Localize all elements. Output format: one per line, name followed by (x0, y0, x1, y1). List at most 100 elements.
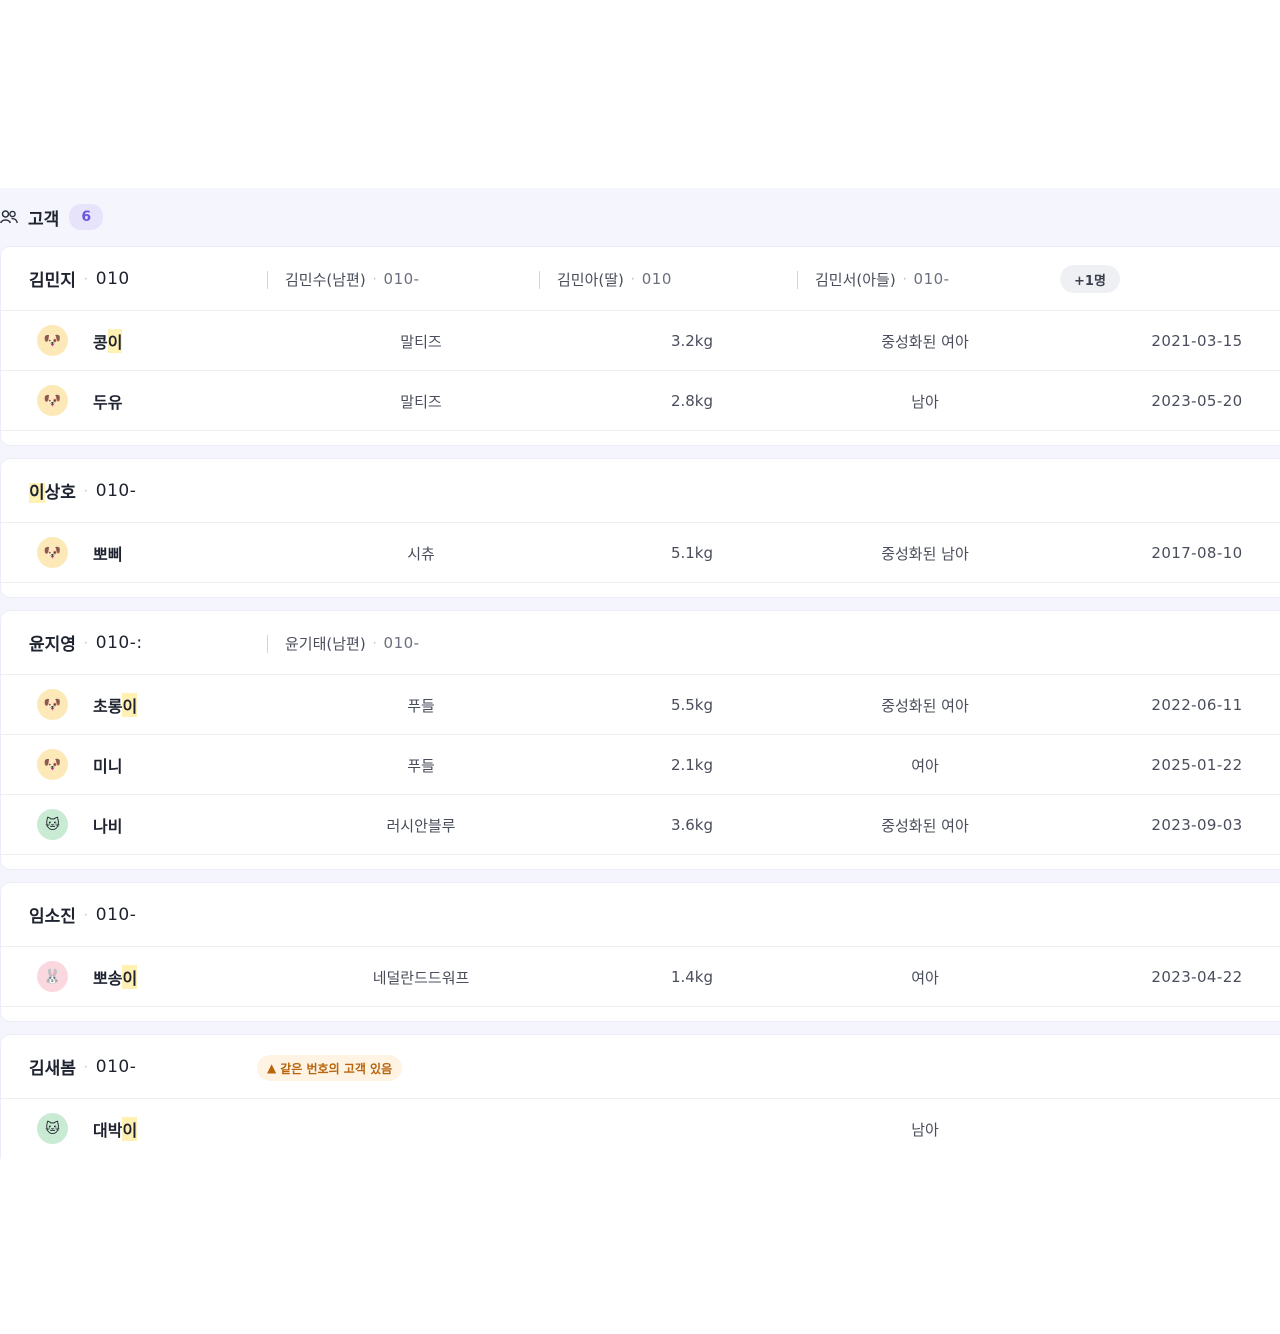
pet-breed: 네덜란드드워프 (372, 968, 470, 987)
owner-phone: 010- (95, 1056, 137, 1077)
pet-sex: 여아 (911, 756, 939, 775)
family-member[interactable]: 윤기태(남편) · 010- (267, 611, 420, 675)
pet-weight: 2.8kg (670, 392, 714, 410)
customer-card[interactable]: 임소진 · 010- 🐰 뽀송 이 네덜란드드워프 1.4kg 여아 2023-0… (0, 882, 1280, 1022)
duplicate-warning-badge: ▲ 같은 번호의 고객 있음 (257, 1055, 403, 1081)
customer-card[interactable]: 김새봄 · 010- ▲ 같은 번호의 고객 있음 🐱 대박 이 남아 (0, 1034, 1280, 1159)
pet-sex: 여아 (911, 968, 939, 987)
pet-sex: 중성화된 여아 (881, 696, 969, 715)
pet-birthdate: 2023-04-22 (1151, 968, 1243, 986)
pet-row[interactable]: 🐶 두유 말티즈 2.8kg 남아 2023-05-20 (1, 371, 1280, 431)
card-padding (1, 583, 1280, 597)
owner-phone: 010- (95, 904, 137, 925)
pet-row[interactable]: 🐶 초롱 이 푸들 5.5kg 중성화된 여아 2022-06-11 (1, 675, 1280, 735)
pet-name: 두유 (93, 393, 123, 412)
cat-icon: 🐱 (37, 809, 68, 840)
pet-row[interactable]: 🐶 콩이 말티즈 3.2kg 중성화된 여아 2021-03-15 (1, 311, 1280, 371)
pet-breed: 푸들 (407, 756, 435, 775)
pet-row[interactable]: 🐱 나비 러시안블루 3.6kg 중성화된 여아 2023-09-03 (1, 795, 1280, 855)
family-phone: 010- (383, 634, 420, 652)
separator-dot: · (372, 272, 377, 286)
customer-card[interactable]: 윤지영 · 010-: 윤기태(남편) · 010- 🐶 초롱 이 푸들 5.5k… (0, 610, 1280, 870)
owner-row[interactable]: 이상호 · 010- (1, 459, 1280, 523)
pet-weight: 5.5kg (670, 696, 714, 714)
pet-breed (321, 1099, 521, 1159)
customer-card[interactable]: 이상호 · 010- 🐶 뽀삐 시츄 5.1kg 중성화된 남아 2017-08… (0, 458, 1280, 598)
customer-panel: 고객 6 김민지 · 010 김민수(남편) · 010- 김민아(딸) · 0… (0, 188, 1280, 1159)
pet-birthdate (1121, 1099, 1273, 1159)
family-name: 김민아(딸) (557, 270, 624, 289)
warning-icon: ▲ (267, 1061, 277, 1075)
owner-name: 김새봄 (29, 1059, 76, 1079)
more-family-badge[interactable]: +1명 (1060, 265, 1120, 293)
pet-weight: 5.1kg (670, 544, 714, 562)
dog-icon: 🐶 (37, 749, 68, 780)
separator-dot: · (83, 907, 88, 922)
pet-row[interactable]: 🐰 뽀송 이 네덜란드드워프 1.4kg 여아 2023-04-22 (1, 947, 1280, 1007)
pet-breed: 시츄 (407, 544, 435, 563)
family-name: 윤기태(남편) (285, 634, 366, 653)
pet-sex: 남아 (911, 392, 939, 411)
separator-dot: · (83, 635, 88, 650)
cat-icon: 🐱 (37, 1113, 68, 1144)
pet-breed: 푸들 (407, 696, 435, 715)
rabbit-icon: 🐰 (37, 961, 68, 992)
customer-count-badge: 6 (69, 204, 104, 230)
separator-dot: · (83, 1059, 88, 1074)
owner-row[interactable]: 윤지영 · 010-: 윤기태(남편) · 010- (1, 611, 1280, 675)
family-member[interactable]: 김민아(딸) · 010 (539, 247, 672, 311)
family-name: 김민수(남편) (285, 270, 366, 289)
dog-icon: 🐶 (37, 385, 68, 416)
pet-birthdate: 2017-08-10 (1151, 544, 1243, 562)
family-member[interactable]: 김민수(남편) · 010- (267, 247, 420, 311)
pet-birthdate: 2023-09-03 (1151, 816, 1243, 834)
pet-birthdate: 2022-06-11 (1151, 696, 1243, 714)
dog-icon: 🐶 (37, 689, 68, 720)
pet-row[interactable]: 🐱 대박 이 남아 (1, 1099, 1280, 1159)
family-name: 김민서(아들) (815, 270, 896, 289)
pet-birthdate: 2023-05-20 (1151, 392, 1243, 410)
pet-name: 대박 이 (93, 1099, 138, 1159)
pet-weight (631, 1099, 753, 1159)
pet-breed: 러시안블루 (386, 816, 456, 835)
separator-dot: · (83, 271, 88, 286)
pet-birthdate: 2021-03-15 (1151, 332, 1243, 350)
people-icon (0, 207, 20, 227)
family-phone: 010 (641, 270, 672, 288)
owner-name: 윤지영 (29, 635, 76, 655)
card-padding (1, 855, 1280, 869)
warning-text: 같은 번호의 고객 있음 (280, 1061, 393, 1076)
section-title: 고객 (28, 209, 60, 230)
separator-dot: · (630, 272, 635, 286)
pet-breed: 말티즈 (400, 332, 442, 351)
separator-dot: · (372, 636, 377, 650)
card-padding (1, 1007, 1280, 1021)
owner-row[interactable]: 김새봄 · 010- ▲ 같은 번호의 고객 있음 (1, 1035, 1280, 1099)
pet-name: 나비 (93, 817, 123, 836)
family-phone: 010- (383, 270, 420, 288)
customer-card[interactable]: 김민지 · 010 김민수(남편) · 010- 김민아(딸) · 010 김민… (0, 246, 1280, 446)
owner-row[interactable]: 임소진 · 010- (1, 883, 1280, 947)
pet-sex: 중성화된 여아 (881, 332, 969, 351)
pet-row[interactable]: 🐶 미니 푸들 2.1kg 여아 2025-01-22 (1, 735, 1280, 795)
owner-phone: 010- (95, 480, 137, 501)
pet-birthdate: 2025-01-22 (1151, 756, 1243, 774)
owner-phone: 010-: (95, 632, 143, 653)
pet-weight: 1.4kg (670, 968, 714, 986)
pet-name: 콩이 (93, 311, 123, 371)
separator-dot: · (902, 272, 907, 286)
pet-breed: 말티즈 (400, 392, 442, 411)
pet-weight: 2.1kg (670, 756, 714, 774)
pet-sex: 중성화된 남아 (881, 544, 969, 563)
owner-name: 이상호 (29, 483, 76, 503)
pet-sex: 중성화된 여아 (881, 816, 969, 835)
card-padding (1, 431, 1280, 445)
pet-weight: 3.6kg (670, 816, 714, 834)
top-space (0, 0, 1280, 188)
pet-row[interactable]: 🐶 뽀삐 시츄 5.1kg 중성화된 남아 2017-08-10 (1, 523, 1280, 583)
owner-row[interactable]: 김민지 · 010 김민수(남편) · 010- 김민아(딸) · 010 김민… (1, 247, 1280, 311)
family-phone: 010- (913, 270, 950, 288)
pet-name: 미니 (93, 757, 123, 776)
separator-dot: · (83, 483, 88, 498)
family-member[interactable]: 김민서(아들) · 010- (797, 247, 950, 311)
